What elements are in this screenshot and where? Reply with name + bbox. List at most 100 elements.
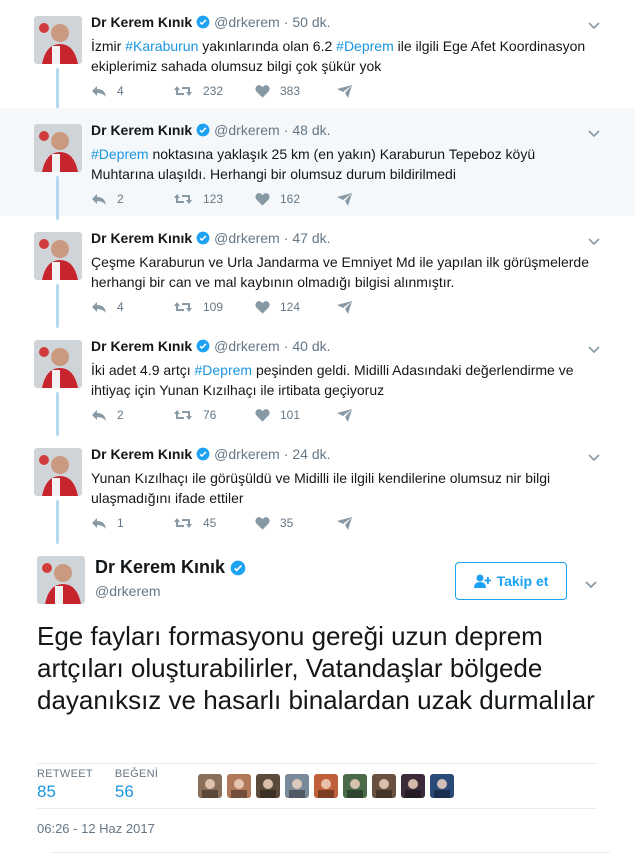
author-name[interactable]: Dr Kerem Kınık [91,14,192,30]
tweet-text: #Deprem noktasına yaklaşık 25 km (en yak… [91,144,601,184]
author-handle[interactable]: @drkerem [214,122,280,138]
retweet-button[interactable]: 232 [173,84,255,98]
chevron-down-icon[interactable] [583,576,599,592]
tweet-time[interactable]: 48 dk. [292,122,330,138]
avatar[interactable] [34,16,82,64]
tweet-time[interactable]: 50 dk. [292,14,330,30]
reply-count: 2 [117,408,124,422]
tweet-text: İki adet 4.9 artçı #Deprem peşinden geld… [91,360,601,400]
avatar[interactable] [34,340,82,388]
thread-tweet[interactable]: Dr Kerem Kınık @drkerem · 24 dk. Yunan Kızıl… [0,432,635,544]
author-name[interactable]: Dr Kerem Kınık [91,122,192,138]
chevron-down-icon[interactable] [587,18,601,32]
thread-connector [56,176,59,220]
direct-message-button[interactable] [337,192,362,206]
separator-dot: · [283,122,289,138]
avatar[interactable] [37,556,85,604]
avatar[interactable] [34,448,82,496]
liker-avatar[interactable] [256,774,281,798]
reply-icon [92,410,106,421]
author-name[interactable]: Dr Kerem Kınık [91,338,192,354]
verified-icon [230,560,246,575]
liker-avatar[interactable] [285,774,310,798]
tweet-time[interactable]: 24 dk. [292,446,330,462]
message-icon [337,300,352,314]
tweet-timestamp[interactable]: 06:26 - 12 Haz 2017 [37,821,155,836]
tweet-time[interactable]: 47 dk. [292,230,330,246]
direct-message-button[interactable] [337,300,362,314]
retweet-icon [174,86,192,96]
verified-icon [196,447,210,461]
author-handle[interactable]: @drkerem [214,230,280,246]
liker-avatar[interactable] [372,774,397,798]
author-name[interactable]: Dr Kerem Kınık [91,446,192,462]
tweet-text-segment: Yunan Kızılhaçı ile görüşüldü ve Midilli… [91,470,551,506]
hashtag-link[interactable]: #Deprem [91,146,149,162]
like-button[interactable]: 124 [255,300,337,314]
reply-button[interactable]: 4 [91,84,173,98]
author-name-text[interactable]: Dr Kerem Kınık [95,557,225,578]
author-name[interactable]: Dr Kerem Kınık [91,230,192,246]
liker-avatar[interactable] [314,774,339,798]
chevron-down-icon[interactable] [587,450,601,464]
chevron-down-icon[interactable] [587,126,601,140]
like-count: 101 [280,408,301,422]
retweet-count: 45 [203,516,217,530]
thread-connector [56,500,59,544]
heart-icon [255,193,270,206]
retweet-button[interactable]: 109 [173,300,255,314]
retweet-button[interactable]: 45 [173,516,255,530]
retweet-icon [174,302,192,312]
separator-dot: · [283,230,289,246]
hashtag-link[interactable]: #Deprem [195,362,253,378]
reply-button[interactable]: 4 [91,300,173,314]
reply-button[interactable]: 2 [91,192,173,206]
retweet-button[interactable]: 123 [173,192,255,206]
thread-tweet[interactable]: Dr Kerem Kınık @drkerem · 48 dk. #Deprem nok… [0,108,635,220]
direct-message-button[interactable] [337,84,362,98]
avatar[interactable] [34,124,82,172]
like-button[interactable]: 101 [255,408,337,422]
author-handle[interactable]: @drkerem [214,14,280,30]
reply-button[interactable]: 2 [91,408,173,422]
tweet-header: Dr Kerem Kınık @drkerem · 50 dk. [91,14,331,30]
thread-connector [56,392,59,436]
avatar[interactable] [34,232,82,280]
like-button[interactable]: 162 [255,192,337,206]
like-stat[interactable]: BEĞENİ 56 [115,768,158,802]
author-handle[interactable]: @drkerem [95,583,161,599]
follow-button[interactable]: Takip et [455,562,567,600]
author-handle[interactable]: @drkerem [214,446,280,462]
hashtag-link[interactable]: #Karaburun [125,38,198,54]
author-name[interactable]: Dr Kerem Kınık [95,557,246,578]
direct-message-button[interactable] [337,516,362,530]
liker-avatar[interactable] [430,774,455,798]
reply-button[interactable]: 1 [91,516,173,530]
like-button[interactable]: 35 [255,516,337,530]
liker-avatar[interactable] [198,774,223,798]
tweet-time[interactable]: 40 dk. [292,338,330,354]
direct-message-button[interactable] [337,408,362,422]
thread-tweet[interactable]: Dr Kerem Kınık @drkerem · 50 dk. İzmir #Kara… [0,0,635,112]
hashtag-link[interactable]: #Deprem [336,38,394,54]
chevron-down-icon[interactable] [587,234,601,248]
tweet-actions: 1 45 35 [91,516,362,530]
chevron-down-icon[interactable] [587,342,601,356]
like-label: BEĞENİ [114,768,159,780]
liker-avatar[interactable] [227,774,252,798]
liker-avatar[interactable] [401,774,426,798]
retweet-button[interactable]: 76 [173,408,255,422]
verified-icon [196,339,210,353]
thread-tweet[interactable]: Dr Kerem Kınık @drkerem · 47 dk. Çeşme Karab… [0,216,635,328]
like-count[interactable]: 56 [115,782,158,802]
heart-icon [255,301,270,314]
tweet-header: Dr Kerem Kınık @drkerem · 40 dk. [91,338,331,354]
retweet-icon [174,410,192,420]
tweet-actions: 2 76 101 [91,408,362,422]
retweet-count[interactable]: 85 [37,782,93,802]
liker-avatar[interactable] [343,774,368,798]
author-handle[interactable]: @drkerem [214,338,280,354]
thread-tweet[interactable]: Dr Kerem Kınık @drkerem · 40 dk. İki adet 4.… [0,324,635,436]
retweet-stat[interactable]: RETWEET 85 [37,768,93,802]
like-button[interactable]: 383 [255,84,337,98]
